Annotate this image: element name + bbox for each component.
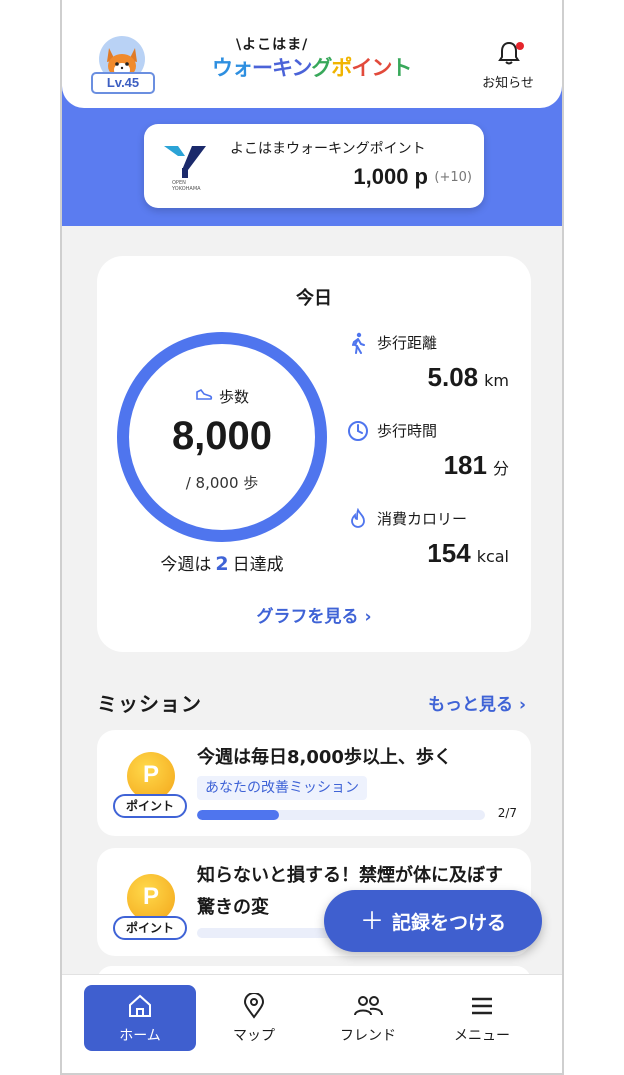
distance-value: 5.08 (427, 362, 479, 392)
notifications-label: お知らせ (482, 76, 534, 91)
steps-ring[interactable]: 歩数 8,000 / 8,000 歩 (117, 332, 327, 542)
steps-label: 歩数 (218, 388, 249, 406)
bottom-nav: ホーム マップ フレンド メニュー (62, 974, 562, 1073)
app-logo: \よこはま/ ウォーキングポイント (212, 34, 412, 94)
map-pin-icon (243, 993, 265, 1019)
mission-card[interactable]: P ポイント 今週は毎日8,000歩以上、歩く あなたの改善ミッション 2/7 (97, 730, 531, 836)
view-graph-link[interactable]: グラフを見る › (97, 602, 531, 627)
points-delta: (+10) (434, 170, 472, 185)
open-yokohama-logo: OPEN YOKOHAMA (164, 146, 206, 192)
weekly-prefix: 今週は (160, 555, 212, 575)
stat-distance: 歩行距離 5.08 km (347, 332, 517, 402)
menu-icon (472, 997, 492, 1015)
points-title: よこはまウォーキングポイント (230, 141, 426, 157)
today-card: 今日 歩数 8,000 / 8,000 歩 今週は 2 日達成 歩行距離 5.08 k… (97, 256, 531, 652)
mission-progress-fill (197, 810, 280, 820)
nav-home[interactable]: ホーム (84, 985, 196, 1051)
nav-menu[interactable]: メニュー (426, 985, 538, 1051)
app-header: Lv.45 \よこはま/ ウォーキングポイント お知らせ (62, 0, 562, 108)
time-unit: 分 (492, 459, 509, 478)
app-screen: Lv.45 \よこはま/ ウォーキングポイント お知らせ OPEN YOKOHA… (60, 0, 564, 1075)
distance-value-row: 5.08 km (428, 362, 509, 393)
walking-icon (352, 332, 365, 354)
shoe-icon (195, 388, 213, 406)
distance-unit: km (484, 371, 509, 390)
notification-dot (516, 42, 524, 50)
nav-home-label: ホーム (119, 1028, 161, 1044)
add-record-button[interactable]: ＋ 記録をつける (324, 890, 542, 952)
time-value: 181 (443, 450, 487, 480)
add-record-label: 記録をつける (391, 912, 506, 934)
calories-value: 154 (427, 538, 471, 568)
points-value: 1,000 p (353, 164, 428, 189)
flame-icon (351, 508, 365, 528)
missions-more-link[interactable]: もっと見る › (428, 690, 526, 715)
steps-label-row: 歩数 (129, 386, 315, 407)
mission-progress-fill (197, 928, 278, 938)
weekly-achievement: 今週は 2 日達成 (117, 550, 327, 575)
plus-icon: ＋ (359, 907, 384, 935)
clock-icon (348, 421, 368, 441)
point-badge: ポイント (113, 794, 187, 818)
missions-heading: ミッション (97, 692, 202, 716)
logo-text-yokohama: YOKOHAMA (171, 186, 201, 192)
home-icon (129, 994, 151, 1017)
point-badge: ポイント (113, 916, 187, 940)
calories-unit: kcal (476, 547, 509, 566)
nav-map[interactable]: マップ (198, 985, 310, 1051)
weekly-suffix: 日達成 (232, 555, 284, 575)
stat-time: 歩行時間 181 分 (347, 420, 517, 490)
nav-friends-label: フレンド (340, 1028, 396, 1044)
mission-title: 今週は毎日8,000歩以上、歩く (197, 747, 452, 768)
stat-calories: 消費カロリー 154 kcal (347, 508, 517, 578)
mission-tag: あなたの改善ミッション (197, 776, 367, 800)
steps-goal: / 8,000 歩 (185, 474, 259, 492)
steps-value: 8,000 (171, 414, 273, 458)
points-card[interactable]: OPEN YOKOHAMA よこはまウォーキングポイント 1,000 p (+1… (144, 124, 484, 208)
time-label: 歩行時間 (377, 422, 438, 440)
distance-label: 歩行距離 (377, 334, 438, 352)
mission-progress-count: 2/7 (497, 806, 517, 820)
nav-map-label: マップ (233, 1028, 275, 1044)
weekly-count: 2 (215, 553, 229, 575)
calories-value-row: 154 kcal (427, 538, 509, 569)
notifications-button[interactable]: お知らせ (470, 40, 546, 96)
nav-menu-label: メニュー (454, 1028, 510, 1044)
calories-label: 消費カロリー (377, 510, 468, 528)
nav-friends[interactable]: フレンド (312, 985, 424, 1051)
point-coin-icon: P (127, 874, 175, 922)
friends-icon (354, 996, 383, 1016)
point-coin-icon: P (127, 752, 175, 800)
time-value-row: 181 分 (444, 450, 509, 481)
logo-title-text: ウォーキングポイント (212, 56, 412, 80)
logo-title: ウォーキングポイント (212, 52, 412, 82)
logo-subtitle: \よこはま/ (236, 37, 309, 53)
level-badge: Lv.45 (91, 72, 155, 94)
mission-progress-bar (197, 810, 485, 820)
avatar-button[interactable]: Lv.45 (88, 36, 158, 98)
today-title: 今日 (296, 288, 332, 309)
